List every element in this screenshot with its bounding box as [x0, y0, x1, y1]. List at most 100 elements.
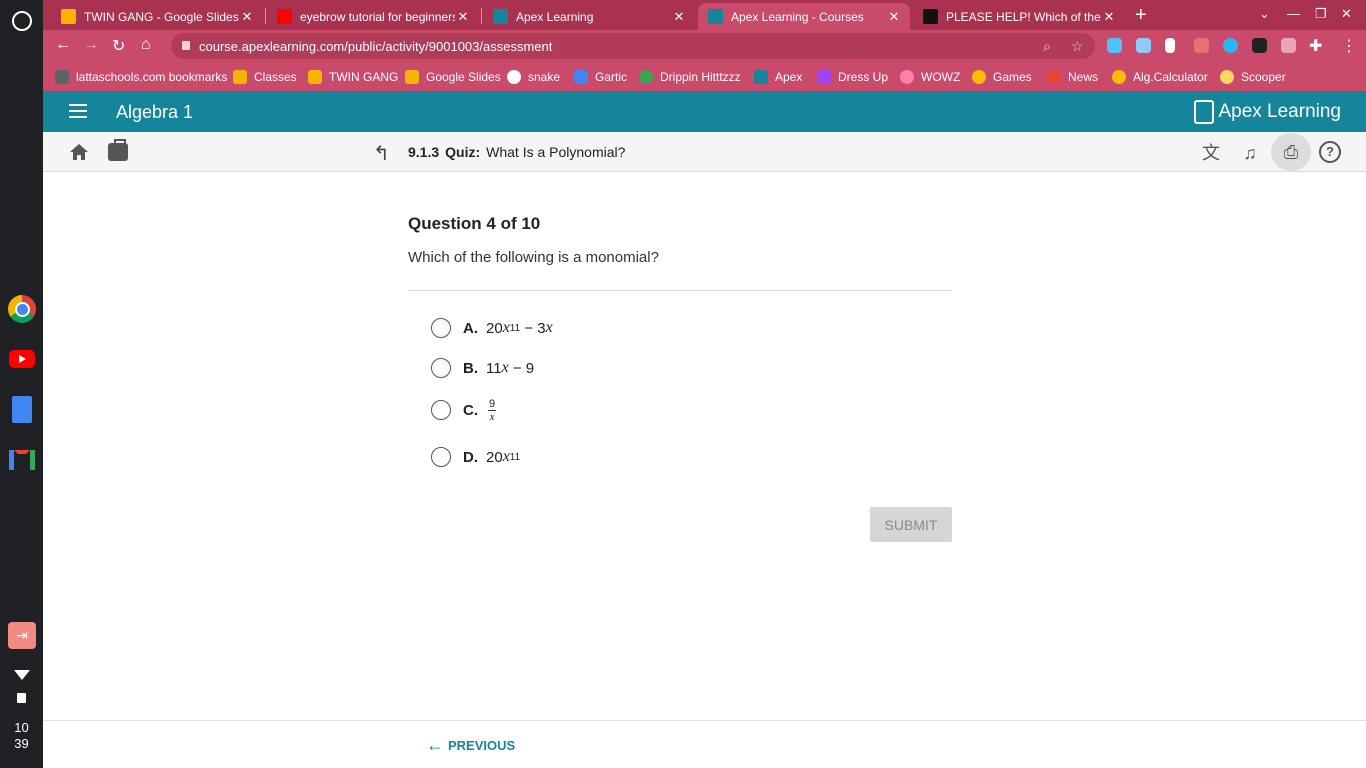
docs-icon[interactable]	[8, 395, 36, 423]
secure-lock-icon	[182, 41, 190, 50]
choice-c[interactable]: C. 9 x	[431, 397, 497, 423]
tab-apex-courses[interactable]: Apex Learning - Courses ✕	[698, 3, 910, 30]
quiz-footer: ← PREVIOUS	[43, 720, 1366, 768]
bookmark-item[interactable]: News	[1047, 70, 1098, 84]
bookmarks-bar: lattaschools.com bookmarks Classes TWIN …	[43, 62, 1366, 92]
close-icon[interactable]: ✕	[886, 9, 902, 25]
extension-icon[interactable]	[1223, 38, 1238, 53]
brainly-icon	[923, 9, 938, 24]
sign-out-icon[interactable]: ⇥	[8, 622, 36, 649]
bookmark-item[interactable]: Games	[972, 70, 1032, 84]
browser-window: TWIN GANG - Google Slides ✕ eyebrow tuto…	[43, 0, 1366, 768]
os-shelf: ⇥ 10 39	[0, 0, 43, 768]
bookmark-item[interactable]: snake	[507, 70, 560, 84]
submit-button[interactable]: SUBMIT	[870, 507, 952, 542]
bookmark-star-icon[interactable]: ☆	[1071, 38, 1084, 55]
radio-button[interactable]	[431, 447, 451, 467]
fraction: 9 x	[488, 397, 497, 423]
bookmark-favicon	[233, 70, 247, 84]
zoom-icon[interactable]: ⌕	[1043, 38, 1051, 55]
launcher-icon[interactable]	[12, 11, 32, 31]
bookmark-item[interactable]: Alg.Calculator	[1112, 70, 1208, 84]
restore-icon[interactable]: ❐	[1315, 6, 1327, 22]
system-clock[interactable]: 10 39	[0, 720, 43, 752]
lock-icon	[17, 693, 26, 703]
apex-header: Algebra 1 Apex Learning	[43, 92, 1366, 132]
apex-icon	[708, 9, 723, 24]
bookmark-favicon	[1047, 70, 1061, 84]
tab-please-help[interactable]: PLEASE HELP! Which of the follo ✕	[913, 3, 1125, 30]
minimize-icon[interactable]: —	[1287, 6, 1300, 21]
briefcase-icon[interactable]	[108, 139, 128, 161]
more-menu-icon[interactable]: ⋮	[1341, 36, 1357, 56]
address-bar[interactable]: course.apexlearning.com/public/activity/…	[171, 33, 1095, 59]
back-icon[interactable]: ←	[55, 36, 71, 54]
bookmark-favicon	[1220, 70, 1234, 84]
youtube-icon[interactable]	[8, 345, 36, 373]
bookmark-item[interactable]: TWIN GANG	[308, 70, 398, 84]
new-tab-icon[interactable]: +	[1135, 4, 1147, 27]
bookmark-item[interactable]: Drippin Hitttzzz	[639, 70, 741, 84]
apex-logo-icon	[1194, 100, 1215, 124]
bookmark-item[interactable]: Dress Up	[817, 70, 888, 84]
extension-icon[interactable]	[1194, 38, 1209, 53]
bookmark-favicon	[405, 70, 419, 84]
extension-icon[interactable]	[1107, 38, 1122, 53]
read-aloud-icon[interactable]: ♫	[1237, 140, 1263, 166]
bookmark-item[interactable]: Apex	[754, 70, 802, 84]
bookmark-favicon	[1112, 70, 1126, 84]
choice-b[interactable]: B. 11 x − 9	[431, 356, 534, 380]
bookmark-favicon	[817, 70, 831, 84]
wifi-icon[interactable]	[14, 670, 30, 680]
folder-icon	[55, 70, 69, 84]
activity-title: 9.1.3 Quiz: What Is a Polynomial?	[408, 144, 626, 160]
radio-button[interactable]	[431, 400, 451, 420]
extension-icon[interactable]	[1252, 38, 1267, 53]
tab-twin-gang[interactable]: TWIN GANG - Google Slides ✕	[51, 3, 263, 30]
radio-button[interactable]	[431, 358, 451, 378]
radio-button[interactable]	[431, 318, 451, 338]
bookmark-item[interactable]: Scooper	[1220, 70, 1286, 84]
choice-d[interactable]: D. 20 x 11	[431, 445, 520, 469]
extensions-puzzle-icon[interactable]: ✚	[1309, 36, 1322, 56]
tab-search-icon[interactable]: ⌄	[1259, 6, 1270, 22]
browser-toolbar: ← → ↻ ⌂ course.apexlearning.com/public/a…	[43, 30, 1366, 62]
bookmark-item[interactable]: WOWZ	[900, 70, 960, 84]
hamburger-menu-icon[interactable]	[69, 104, 87, 118]
apex-logo: Apex Learning	[1194, 100, 1341, 124]
window-close-icon[interactable]: ✕	[1341, 6, 1352, 22]
bookmark-favicon	[972, 70, 986, 84]
bookmark-favicon	[308, 70, 322, 84]
home-icon[interactable]	[69, 143, 89, 161]
bookmark-favicon	[900, 70, 914, 84]
print-icon: ⎙	[1283, 142, 1299, 162]
chrome-icon[interactable]	[8, 295, 36, 323]
close-icon[interactable]: ✕	[239, 9, 255, 25]
tab-apex-learning[interactable]: Apex Learning ✕	[483, 3, 695, 30]
up-arrow-icon[interactable]: ↰	[373, 141, 390, 166]
choice-a[interactable]: A. 20 x 11 − 3x	[431, 316, 553, 340]
translate-icon[interactable]: 文	[1198, 140, 1224, 166]
arrow-left-icon: ←	[426, 735, 444, 755]
bookmark-item[interactable]: Classes	[233, 70, 297, 84]
bookmark-item[interactable]: lattaschools.com bookmarks	[55, 70, 227, 84]
youtube-icon	[277, 9, 292, 24]
home-browser-icon[interactable]: ⌂	[141, 36, 151, 54]
extension-icon[interactable]	[1281, 38, 1296, 53]
reload-icon[interactable]: ↻	[112, 36, 125, 56]
google-icon	[507, 70, 521, 84]
close-icon[interactable]: ✕	[671, 9, 687, 25]
extension-icon[interactable]	[1136, 38, 1151, 53]
tab-eyebrow-tutorial[interactable]: eyebrow tutorial for beginners - Y ✕	[267, 3, 479, 30]
print-button[interactable]: ⎙	[1271, 133, 1311, 171]
divider	[408, 290, 952, 291]
extension-icon[interactable]	[1165, 38, 1175, 53]
gmail-icon[interactable]	[8, 446, 36, 474]
bookmark-item[interactable]: Gartic	[574, 70, 627, 84]
close-icon[interactable]: ✕	[455, 9, 471, 25]
forward-icon[interactable]: →	[83, 36, 99, 54]
previous-button[interactable]: ← PREVIOUS	[426, 735, 515, 756]
bookmark-item[interactable]: Google Slides	[405, 70, 501, 84]
close-icon[interactable]: ✕	[1101, 9, 1117, 25]
help-icon[interactable]: ?	[1319, 141, 1341, 163]
